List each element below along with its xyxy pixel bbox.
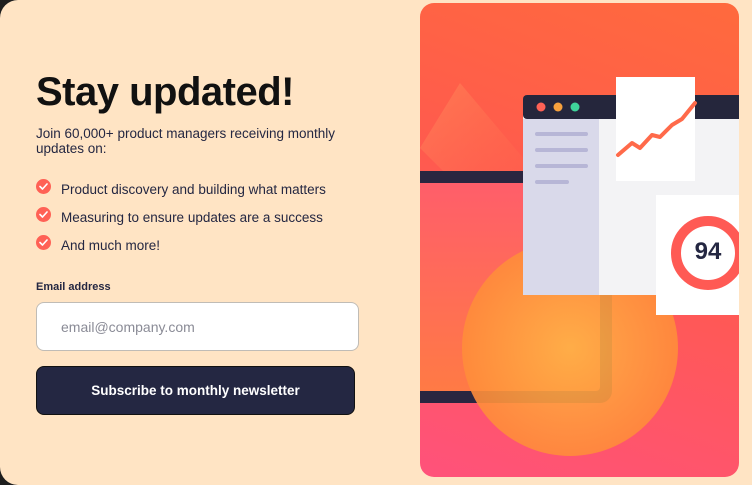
card-edge — [739, 0, 752, 485]
signup-panel: Stay updated! Join 60,000+ product manag… — [36, 68, 366, 415]
feature-label: Measuring to ensure updates are a succes… — [61, 209, 323, 225]
score-value: 94 — [694, 238, 722, 265]
list-item: Product discovery and building what matt… — [36, 175, 366, 203]
list-item: Measuring to ensure updates are a succes… — [36, 203, 366, 231]
email-field-label: Email address — [36, 281, 111, 293]
page-title: Stay updated! — [36, 70, 294, 114]
check-icon — [36, 178, 51, 194]
newsletter-card: Stay updated! Join 60,000+ product manag… — [0, 0, 752, 485]
email-field[interactable] — [36, 302, 359, 351]
feature-label: Product discovery and building what matt… — [61, 181, 326, 197]
list-item: And much more! — [36, 231, 366, 259]
check-icon — [36, 206, 51, 222]
check-icon — [36, 234, 51, 250]
feature-label: And much more! — [61, 237, 161, 253]
feature-list: Product discovery and building what matt… — [36, 175, 366, 259]
hero-illustration: 94 — [420, 3, 739, 477]
subscribe-button[interactable]: Subscribe to monthly newsletter — [36, 366, 355, 415]
intro-text: Join 60,000+ product managers receiving … — [36, 126, 336, 156]
